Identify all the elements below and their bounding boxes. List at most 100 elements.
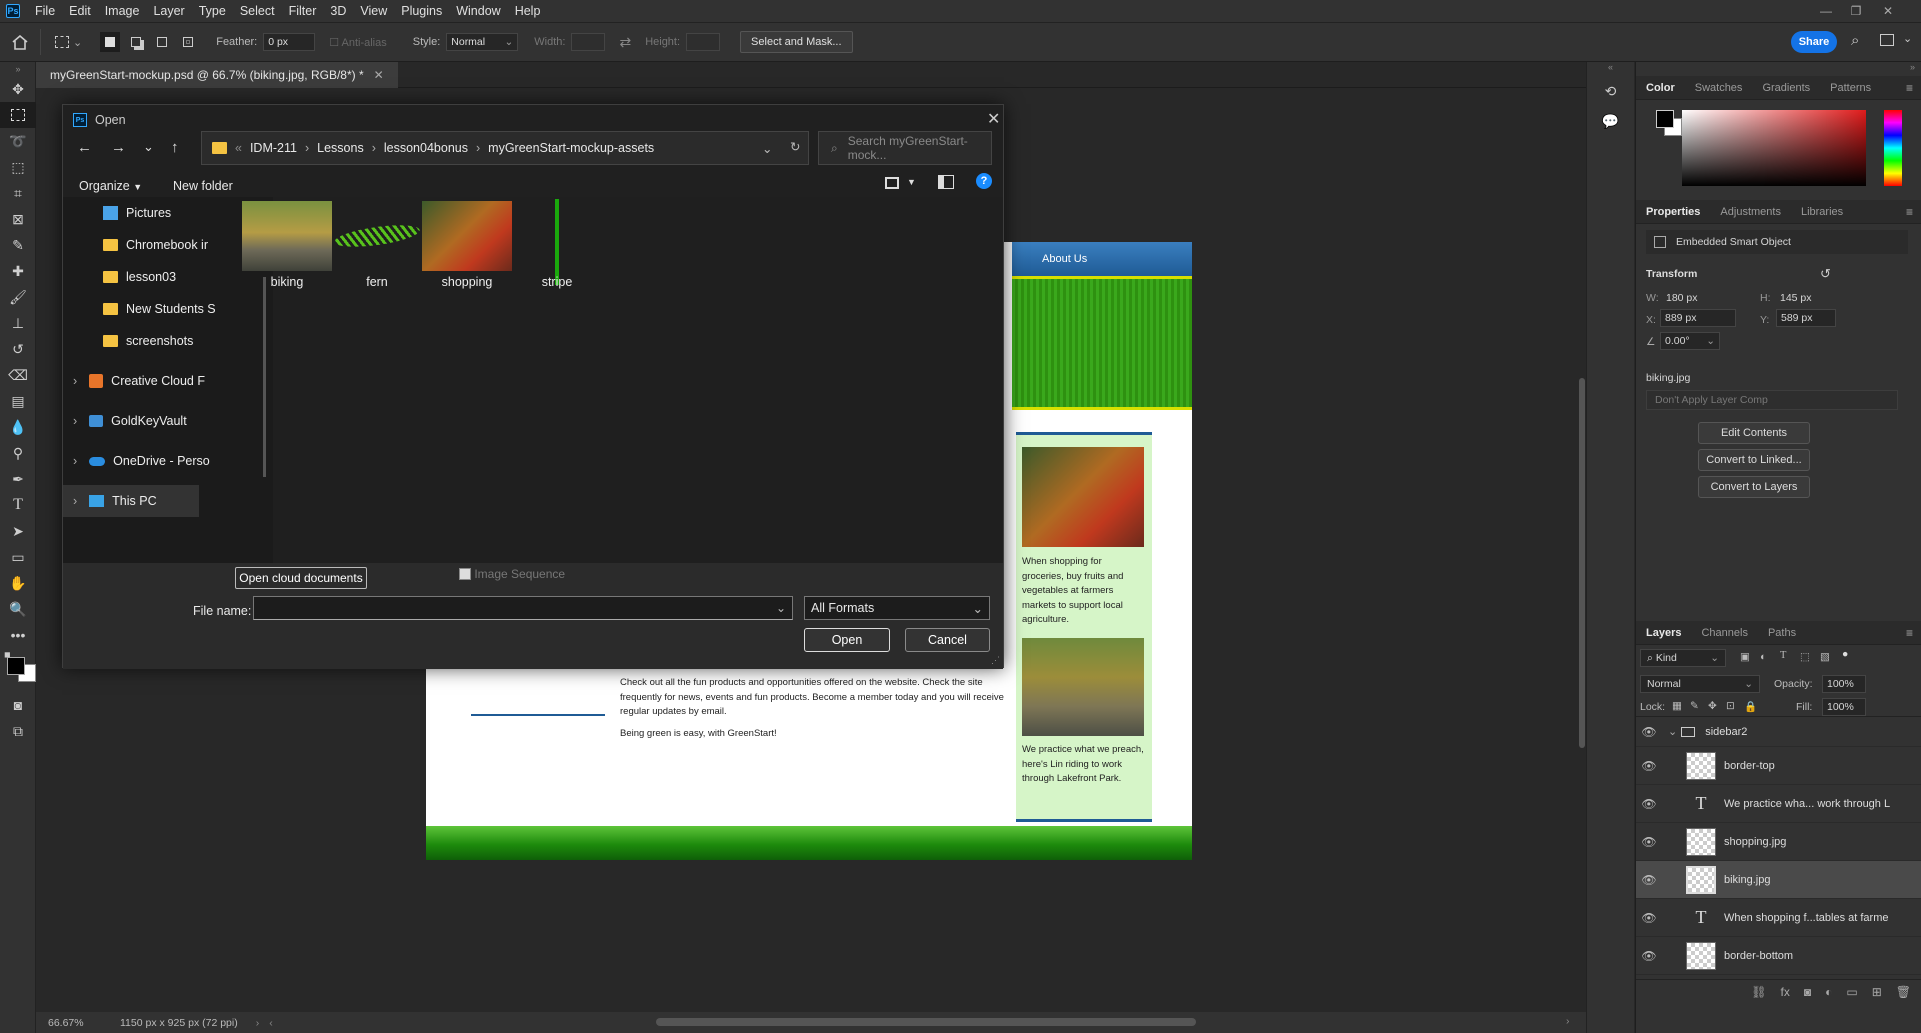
height-input[interactable] [686,33,721,51]
close-tab-icon[interactable]: ✕ [374,68,384,82]
brush-tool-icon[interactable]: 🖌 [0,284,36,310]
dodge-tool-icon[interactable]: ⚲ [0,440,36,466]
rectangular-marquee-tool-icon[interactable] [0,102,36,128]
layer-group-sidebar2[interactable]: 👁 ⌄ sidebar2 [1636,717,1921,747]
layer-shopping[interactable]: 👁 shopping.jpg [1636,823,1921,861]
menu-file[interactable]: File [28,0,62,22]
add-selection-icon[interactable] [126,32,146,52]
expand-chevron-icon[interactable]: › [73,414,77,428]
chevron-down-icon[interactable]: ⌄ [762,141,772,156]
expand-chevron-icon[interactable]: › [73,494,77,508]
rectangle-tool-icon[interactable]: ▭ [0,544,36,570]
home-icon[interactable] [0,34,40,50]
healing-brush-tool-icon[interactable]: ✚ [0,258,36,284]
menu-type[interactable]: Type [192,0,233,22]
new-selection-icon[interactable] [100,32,121,52]
expand-chevron-icon[interactable]: › [73,454,77,468]
scroll-left-icon[interactable]: ‹ [269,1017,273,1029]
delete-layer-icon[interactable]: 🗑 [1896,985,1911,999]
refresh-icon[interactable]: ↻ [790,139,800,154]
nav-screenshots[interactable]: screenshots [63,325,273,357]
tab-color[interactable]: Color [1636,76,1685,100]
image-sequence-checkbox[interactable]: Image Sequence [459,567,565,581]
breadcrumb-assets[interactable]: myGreenStart-mockup-assets [488,141,654,155]
edit-contents-button[interactable]: Edit Contents [1698,422,1810,444]
nav-creative-cloud[interactable]: › Creative Cloud F [63,365,273,397]
foreground-color-swatch[interactable] [7,657,25,675]
filter-type-icon[interactable]: T [1780,650,1786,661]
blend-mode-select[interactable]: Normal ⌄ [1640,675,1760,693]
filter-shape-icon[interactable]: ⬚ [1800,651,1810,663]
x-input[interactable]: 889 px [1660,309,1736,327]
filter-toggle-icon[interactable]: ● [1842,648,1848,660]
restore-icon[interactable]: ❐ [1842,0,1870,22]
hand-tool-icon[interactable]: ✋ [0,570,36,596]
angle-input[interactable]: 0.00° ⌄ [1660,332,1720,350]
tab-properties[interactable]: Properties [1636,200,1710,224]
breadcrumb-lesson04bonus[interactable]: lesson04bonus [384,141,468,155]
quick-mask-icon[interactable]: ◙ [0,692,36,718]
clone-stamp-tool-icon[interactable]: ⊥ [0,310,36,336]
w-value[interactable]: 180 px [1666,292,1698,304]
lock-position-icon[interactable]: ✥ [1708,700,1717,712]
resize-grip-icon[interactable]: ⋰ [991,655,1000,666]
recent-locations-icon[interactable]: ⌄ [143,139,154,155]
color-field[interactable] [1682,110,1866,186]
chevron-down-icon[interactable]: ▼ [907,177,916,187]
tab-adjustments[interactable]: Adjustments [1710,200,1791,224]
up-arrow-icon[interactable]: ↑ [171,139,179,156]
file-biking[interactable]: biking [237,201,337,289]
group-expand-chevron-icon[interactable]: ⌄ [1668,725,1677,738]
nav-scrollbar[interactable] [263,277,266,477]
style-select[interactable]: Normal ⌄ [446,33,519,51]
forward-arrow-icon[interactable]: → [111,139,126,156]
chevron-down-icon[interactable]: ⌄ [1903,32,1912,45]
zoom-level[interactable]: 66.67% [48,1017,108,1029]
chevron-down-icon[interactable]: ⌄ [776,601,786,615]
search-field[interactable]: ⌕ Search myGreenStart-mock... [818,131,992,165]
nav-new-students[interactable]: New Students S [63,293,273,325]
swap-dimensions-icon[interactable]: ⇄ [619,34,631,51]
visibility-eye-icon[interactable]: 👁 [1636,911,1662,925]
minimize-icon[interactable]: — [1812,0,1840,22]
object-selection-tool-icon[interactable]: ⬚ [0,154,36,180]
visibility-eye-icon[interactable]: 👁 [1636,725,1662,739]
layer-border-bottom[interactable]: 👁 border-bottom [1636,937,1921,975]
screen-mode-icon[interactable]: ⧉ [0,718,36,744]
visibility-eye-icon[interactable]: 👁 [1636,835,1662,849]
organize-button[interactable]: Organize ▼ [79,179,142,193]
visibility-eye-icon[interactable]: 👁 [1636,797,1662,811]
hue-slider[interactable] [1884,110,1902,186]
convert-to-layers-button[interactable]: Convert to Layers [1698,476,1810,498]
nav-onedrive[interactable]: › OneDrive - Perso [63,445,273,477]
more-tools-icon[interactable]: ••• [0,622,36,648]
select-and-mask-button[interactable]: Select and Mask... [740,31,853,53]
menu-view[interactable]: View [353,0,394,22]
pen-tool-icon[interactable]: ✒ [0,466,36,492]
fill-input[interactable]: 100% [1822,698,1866,716]
breadcrumb-idm[interactable]: IDM-211 [250,141,297,155]
visibility-eye-icon[interactable]: 👁 [1636,759,1662,773]
new-folder-button[interactable]: New folder [173,179,233,193]
help-icon[interactable]: ? [976,173,992,189]
eyedropper-tool-icon[interactable]: ✎ [0,232,36,258]
share-button[interactable]: Share [1791,31,1837,53]
document-info[interactable]: 1150 px x 925 px (72 ppi) [120,1017,238,1029]
file-format-select[interactable]: All Formats ⌄ [804,596,990,620]
close-window-icon[interactable]: ✕ [1874,0,1902,22]
menu-edit[interactable]: Edit [62,0,98,22]
status-menu-arrow-icon[interactable]: › [256,1017,260,1029]
tab-patterns[interactable]: Patterns [1820,76,1881,100]
search-icon[interactable]: ⌕ [1851,32,1859,49]
visibility-eye-icon[interactable]: 👁 [1636,873,1662,887]
layer-text-when-shopping[interactable]: 👁 T When shopping f...tables at farme [1636,899,1921,937]
panel-menu-icon[interactable]: ≡ [1906,200,1913,224]
menu-window[interactable]: Window [449,0,507,22]
horizontal-scrollbar[interactable] [656,1018,1196,1026]
panel-menu-icon[interactable]: ≡ [1906,76,1913,100]
open-button[interactable]: Open [804,628,890,652]
tab-gradients[interactable]: Gradients [1752,76,1820,100]
nav-this-pc[interactable]: › This PC [63,485,199,517]
lock-all-icon[interactable]: 🔒 [1744,700,1757,713]
menu-image[interactable]: Image [98,0,147,22]
